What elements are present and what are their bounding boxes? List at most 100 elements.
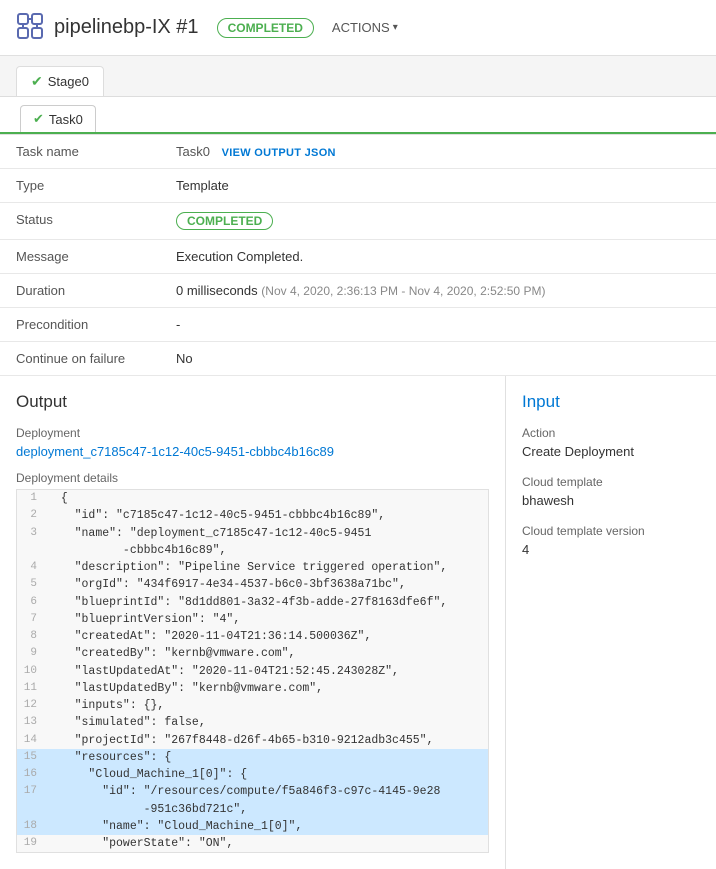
line-content: "createdAt": "2020-11-04T21:36:14.500036…	[45, 628, 488, 645]
line-number: 15	[17, 749, 45, 766]
line-content: "powerState": "ON",	[45, 835, 488, 852]
json-line: 11 "lastUpdatedBy": "kernb@vmware.com",	[17, 680, 488, 697]
json-line: 7 "blueprintVersion": "4",	[17, 611, 488, 628]
json-line: 12 "inputs": {},	[17, 697, 488, 714]
duration-cell: 0 milliseconds (Nov 4, 2020, 2:36:13 PM …	[160, 274, 716, 308]
json-line: 10 "lastUpdatedAt": "2020-11-04T21:52:45…	[17, 663, 488, 680]
precondition-row: Precondition -	[0, 308, 716, 342]
json-line: 15 "resources": {	[17, 749, 488, 766]
output-section: Output Deployment deployment_c7185c47-1c…	[0, 376, 506, 869]
line-number: 12	[17, 697, 45, 714]
line-number: 9	[17, 645, 45, 662]
duration-row: Duration 0 milliseconds (Nov 4, 2020, 2:…	[0, 274, 716, 308]
task0-check-icon: ✔	[33, 111, 44, 127]
line-number: 6	[17, 594, 45, 611]
task-name-row: Task name Task0 VIEW OUTPUT JSON	[0, 135, 716, 169]
line-number: 14	[17, 732, 45, 749]
json-line: 17 "id": "/resources/compute/f5a846f3-c9…	[17, 783, 488, 818]
line-number: 8	[17, 628, 45, 645]
cloud-template-group: Cloud template bhawesh	[522, 475, 700, 508]
line-number: 7	[17, 611, 45, 628]
input-section: Input Action Create Deployment Cloud tem…	[506, 376, 716, 869]
json-line: 5 "orgId": "434f6917-4e34-4537-b6c0-3bf3…	[17, 576, 488, 593]
type-label: Type	[0, 169, 160, 203]
line-number: 11	[17, 680, 45, 697]
line-content: "blueprintId": "8d1dd801-3a32-4f3b-adde-…	[45, 594, 488, 611]
line-content: "orgId": "434f6917-4e34-4537-b6c0-3bf363…	[45, 576, 488, 593]
line-content: "lastUpdatedAt": "2020-11-04T21:52:45.24…	[45, 663, 488, 680]
message-row: Message Execution Completed.	[0, 240, 716, 274]
status-badge-detail: COMPLETED	[176, 212, 273, 230]
output-input-container: Output Deployment deployment_c7185c47-1c…	[0, 376, 716, 869]
status-row: Status COMPLETED	[0, 203, 716, 240]
stage0-check-icon: ✔	[31, 73, 43, 90]
action-value: Create Deployment	[522, 444, 700, 459]
action-label: Action	[522, 426, 700, 440]
type-row: Type Template	[0, 169, 716, 203]
line-number: 19	[17, 835, 45, 852]
line-content: "inputs": {},	[45, 697, 488, 714]
deployment-details-label: Deployment details	[16, 471, 489, 485]
line-content: "lastUpdatedBy": "kernb@vmware.com",	[45, 680, 488, 697]
actions-button[interactable]: ACTIONS ▾	[332, 20, 398, 35]
line-number: 13	[17, 714, 45, 731]
view-output-json-link[interactable]: VIEW OUTPUT JSON	[222, 147, 336, 159]
precondition-label: Precondition	[0, 308, 160, 342]
json-line: 3 "name": "deployment_c7185c47-1c12-40c5…	[17, 525, 488, 560]
json-line: 2 "id": "c7185c47-1c12-40c5-9451-cbbbc4b…	[17, 507, 488, 524]
json-line: 8 "createdAt": "2020-11-04T21:36:14.5000…	[17, 628, 488, 645]
type-value: Template	[160, 169, 716, 203]
task-name-label: Task name	[0, 135, 160, 169]
line-number: 2	[17, 507, 45, 524]
json-line: 14 "projectId": "267f8448-d26f-4b65-b310…	[17, 732, 488, 749]
line-content: "description": "Pipeline Service trigger…	[45, 559, 488, 576]
line-content: "id": "c7185c47-1c12-40c5-9451-cbbbc4b16…	[45, 507, 488, 524]
status-label: Status	[0, 203, 160, 240]
line-number: 18	[17, 818, 45, 835]
line-content: "Cloud_Machine_1[0]": {	[45, 766, 488, 783]
line-number: 10	[17, 663, 45, 680]
line-content: "projectId": "267f8448-d26f-4b65-b310-92…	[45, 732, 488, 749]
line-content: "name": "deployment_c7185c47-1c12-40c5-9…	[45, 525, 488, 560]
duration-value: 0 milliseconds	[176, 283, 258, 298]
task-name-value: Task0	[176, 144, 210, 159]
duration-note: (Nov 4, 2020, 2:36:13 PM - Nov 4, 2020, …	[261, 284, 545, 298]
line-content: "resources": {	[45, 749, 488, 766]
status-badge: COMPLETED	[217, 18, 314, 38]
cloud-template-value: bhawesh	[522, 493, 700, 508]
line-number: 4	[17, 559, 45, 576]
task-tabs-bar: ✔ Task0	[0, 97, 716, 134]
line-number: 5	[17, 576, 45, 593]
line-content: "blueprintVersion": "4",	[45, 611, 488, 628]
cloud-template-version-label: Cloud template version	[522, 524, 700, 538]
output-title: Output	[16, 392, 489, 412]
message-label: Message	[0, 240, 160, 274]
line-content: "simulated": false,	[45, 714, 488, 731]
line-number: 17	[17, 783, 45, 800]
deployment-link[interactable]: deployment_c7185c47-1c12-40c5-9451-cbbbc…	[16, 444, 489, 459]
cloud-template-version-value: 4	[522, 542, 700, 557]
details-table: Task name Task0 VIEW OUTPUT JSON Type Te…	[0, 134, 716, 376]
pipeline-icon	[16, 12, 44, 43]
json-line: 4 "description": "Pipeline Service trigg…	[17, 559, 488, 576]
line-number: 16	[17, 766, 45, 783]
action-group: Action Create Deployment	[522, 426, 700, 459]
stage0-label: Stage0	[48, 74, 89, 89]
status-cell: COMPLETED	[160, 203, 716, 240]
json-line: 13 "simulated": false,	[17, 714, 488, 731]
stage-tabs-bar: ✔ Stage0	[0, 56, 716, 97]
cloud-template-version-group: Cloud template version 4	[522, 524, 700, 557]
json-line: 9 "createdBy": "kernb@vmware.com",	[17, 645, 488, 662]
task0-tab[interactable]: ✔ Task0	[20, 105, 96, 132]
line-content: "createdBy": "kernb@vmware.com",	[45, 645, 488, 662]
message-value: Execution Completed.	[160, 240, 716, 274]
page-header: pipelinebp-IX #1 COMPLETED ACTIONS ▾	[0, 0, 716, 56]
chevron-down-icon: ▾	[393, 22, 398, 33]
task0-label: Task0	[49, 112, 83, 127]
json-line: 18 "name": "Cloud_Machine_1[0]",	[17, 818, 488, 835]
precondition-value: -	[160, 308, 716, 342]
line-content: "name": "Cloud_Machine_1[0]",	[45, 818, 488, 835]
line-content: {	[45, 490, 488, 507]
continue-on-failure-value: No	[160, 342, 716, 376]
stage0-tab[interactable]: ✔ Stage0	[16, 66, 104, 96]
